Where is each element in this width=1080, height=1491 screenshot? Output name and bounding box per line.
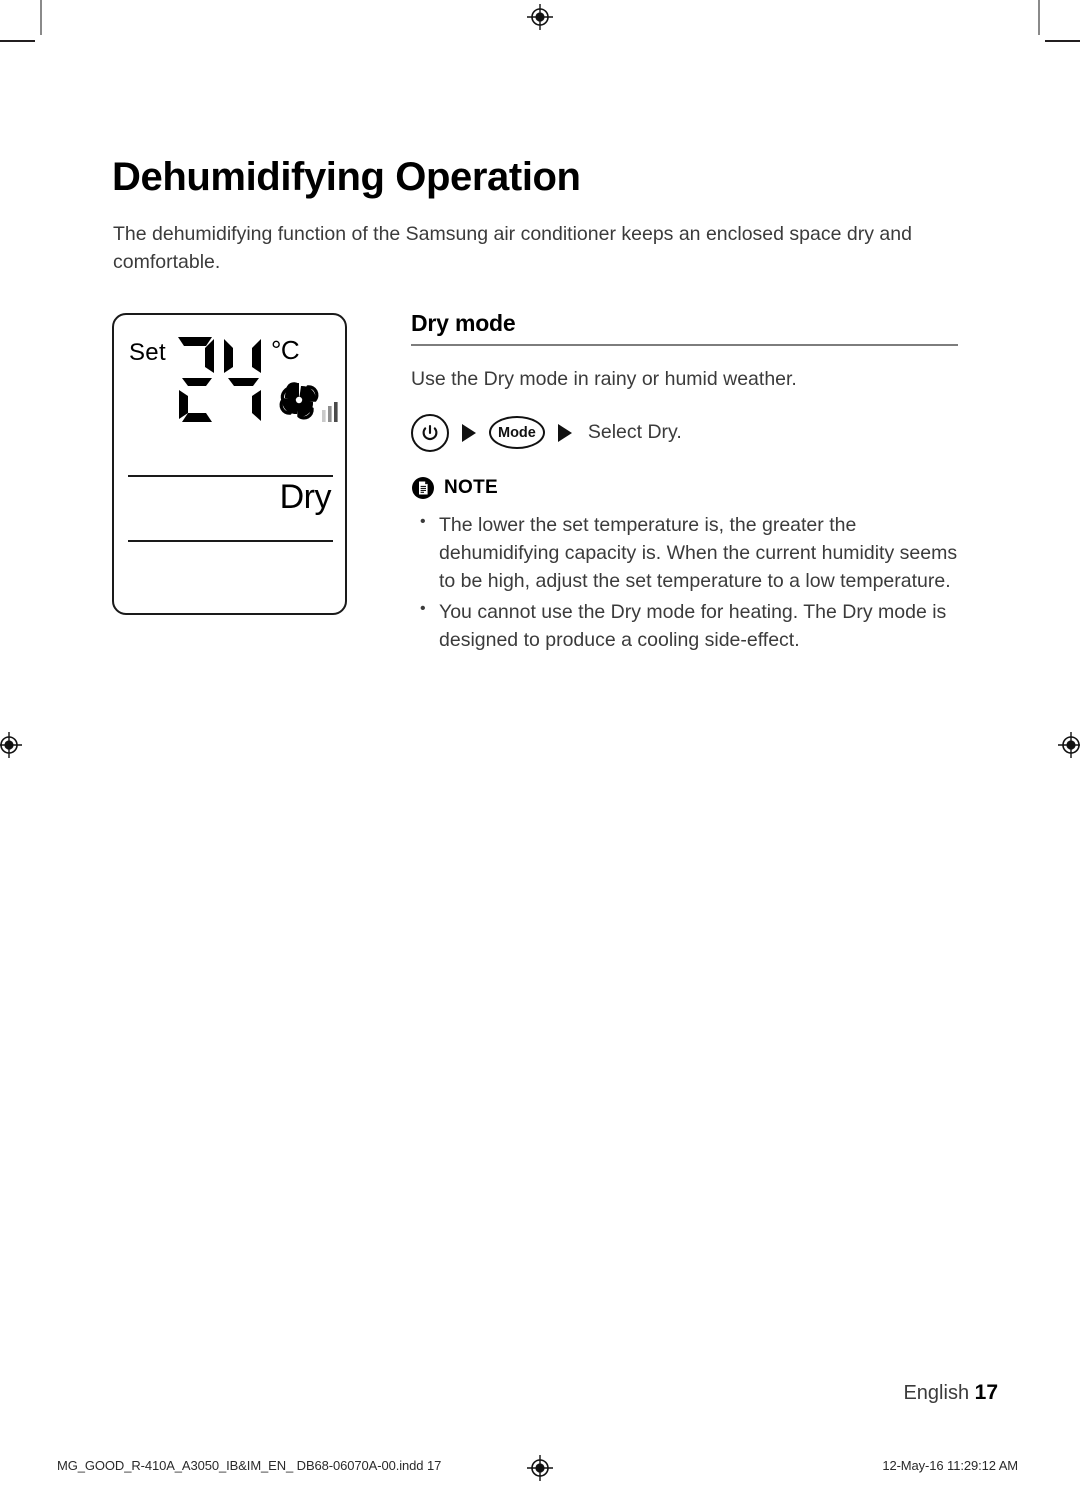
note-list: The lower the set temperature is, the gr… [411,510,958,654]
note-list-item: You cannot use the Dry mode for heating.… [411,597,958,654]
fan-speed-bars-icon [321,400,343,427]
note-list-item: The lower the set temperature is, the gr… [411,510,958,595]
manual-page: Dehumidifying Operation The dehumidifyin… [0,0,1080,1491]
button-sequence: Mode Select Dry. [411,413,958,453]
sequence-arrow-2 [557,423,572,442]
power-icon [422,424,438,440]
page-number: English 17 [903,1381,998,1405]
note-header: NOTE [411,476,958,500]
note-title: NOTE [444,476,498,498]
page-number-value: 17 [974,1381,998,1404]
lcd-mode-label: Dry [279,478,332,516]
fan-icon [276,377,322,428]
footer-timestamp: 12-May-16 11:29:12 AM [882,1458,1018,1473]
mode-button[interactable]: Mode [489,416,545,450]
note-document-icon [411,476,435,500]
page-language-label: English [903,1382,970,1404]
remote-display-illustration: Set °C Dry [112,313,347,615]
set-label: Set [129,339,166,366]
temperature-digits [172,333,268,436]
sequence-arrow-1 [462,423,476,442]
intro-paragraph: The dehumidifying function of the Samsun… [113,222,912,274]
lcd-screen: Set °C Dry [114,315,345,613]
dry-mode-section: Dry mode Use the Dry mode in rainy or hu… [411,310,958,657]
heading-divider [411,344,958,346]
power-button[interactable] [411,413,449,452]
sequence-result-text: Select Dry. [587,421,682,444]
temperature-unit: °C [271,335,300,365]
lcd-divider-upper [128,475,333,477]
section-lead-text: Use the Dry mode in rainy or humid weath… [411,367,797,390]
lcd-divider-lower [128,540,333,542]
section-heading: Dry mode [411,310,516,336]
footer-file-name: MG_GOOD_R-410A_A3050_IB&IM_EN_ DB68-0607… [57,1458,442,1473]
page-title: Dehumidifying Operation [112,154,581,199]
